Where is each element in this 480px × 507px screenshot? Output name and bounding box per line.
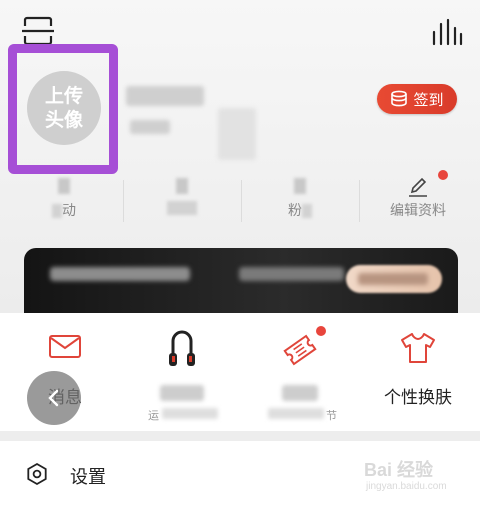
username-blurred [126,86,204,106]
scan-icon[interactable] [22,16,54,46]
sign-in-button[interactable]: 签到 [377,84,457,114]
shortcut-label-blurred [160,385,204,401]
vip-action-pill[interactable] [346,265,442,293]
stat-divider [123,180,124,222]
chevron-left-icon [48,389,59,407]
shortcut-label: 个性换肤 [384,388,452,408]
settings-label: 设置 [70,467,106,488]
headphones-icon [169,330,195,366]
stat-label: 动 [62,203,76,219]
shortcut-label-blurred [282,385,318,401]
shortcut-subtext: 节 [326,409,337,422]
ticket-badge [316,326,326,336]
ticket-icon [283,334,317,366]
stat-divider [241,180,242,222]
profile-stats: 动 粉 编辑资料 [0,170,480,230]
vip-text-blurred [50,267,190,281]
sign-in-label: 签到 [413,90,444,109]
stat-fans[interactable]: 粉 [250,170,350,230]
shortcut-skin[interactable]: 个性换肤 [358,313,478,431]
mail-icon [49,335,81,358]
settings-hexagon-icon [27,462,47,486]
shortcut-sport-fm[interactable]: 运 [122,313,242,431]
stat-follows[interactable] [132,170,232,230]
edit-profile-button[interactable]: 编辑资料 [368,170,468,230]
edit-profile-badge [438,170,448,180]
edit-profile-label: 编辑资料 [390,203,446,219]
background-decoration [218,108,256,160]
avatar-highlight-frame [8,44,118,174]
music-stats-icon[interactable] [430,18,464,46]
watermark-sub: jingyan.baidu.com [366,481,447,492]
pencil-icon [409,177,427,197]
vip-subtext-blurred [239,267,344,281]
stat-events[interactable]: 动 [14,170,114,230]
user-level-blurred [130,120,170,134]
vip-banner[interactable] [24,248,458,316]
shortcut-tickets[interactable]: 节 [240,313,360,431]
shortcut-subtext-blurred [268,408,324,419]
shortcut-subtext-blurred [162,408,218,419]
stat-count-blurred [294,178,306,194]
shortcut-subtext: 运 [148,409,159,422]
shirt-icon [401,333,435,363]
stat-count-blurred [176,178,188,194]
baidu-watermark: Bai 经验 jingyan.baidu.com [356,456,466,496]
stat-count-blurred [58,178,70,194]
coin-stack-icon [391,90,408,107]
stat-divider [359,180,360,222]
watermark-main: Bai 经验 [364,460,434,480]
stat-label: 粉 [288,203,302,219]
back-button[interactable] [27,371,81,425]
